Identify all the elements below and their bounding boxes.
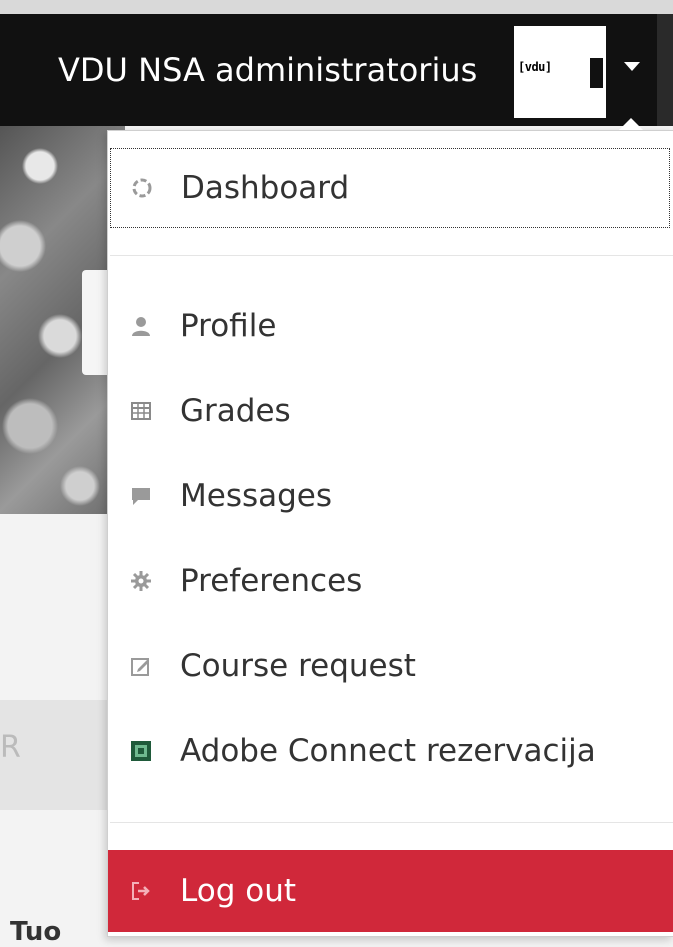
menu-item-label: Grades [180,393,291,429]
chevron-down-icon[interactable] [624,62,640,71]
menu-item-course-request[interactable]: Course request [110,636,670,696]
menu-item-preferences[interactable]: Preferences [110,551,670,611]
adobe-connect-icon [130,740,152,762]
grades-table-icon [130,400,152,422]
menu-item-label: Adobe Connect rezervacija [180,733,596,769]
user-icon [130,315,152,337]
dropdown-arrow [619,118,643,130]
gear-icon [130,570,152,592]
menu-item-label: Course request [180,648,416,684]
menu-divider [110,255,673,256]
navbar-edge [657,14,673,126]
user-dropdown-menu [107,130,673,937]
menu-divider [110,822,673,823]
menu-item-label: Profile [180,308,277,344]
browser-top-strip [0,0,673,14]
logout-button[interactable]: Log out [108,850,673,932]
menu-item-profile[interactable]: Profile [110,296,670,356]
menu-item-label: Dashboard [181,170,350,206]
background-partial-text: Tuo [10,917,62,947]
menu-item-adobe-connect[interactable]: Adobe Connect rezervacija [110,721,670,781]
menu-item-messages[interactable]: Messages [110,466,670,526]
edit-icon [130,655,152,677]
menu-item-label: Messages [180,478,333,514]
speech-bubble-icon [130,485,152,507]
logout-label: Log out [180,873,296,909]
avatar-text: [vdu] [518,60,552,74]
menu-item-grades[interactable]: Grades [110,381,670,441]
menu-item-dashboard[interactable]: Dashboard [110,148,670,228]
background-partial-letter: R [0,730,21,765]
user-menu-toggle-name[interactable]: VDU NSA administratorius [58,50,477,90]
dashboard-icon [131,177,153,199]
avatar[interactable]: [vdu] [514,26,606,118]
menu-item-label: Preferences [180,563,363,599]
logout-icon [130,880,152,902]
avatar-mark [590,58,603,88]
